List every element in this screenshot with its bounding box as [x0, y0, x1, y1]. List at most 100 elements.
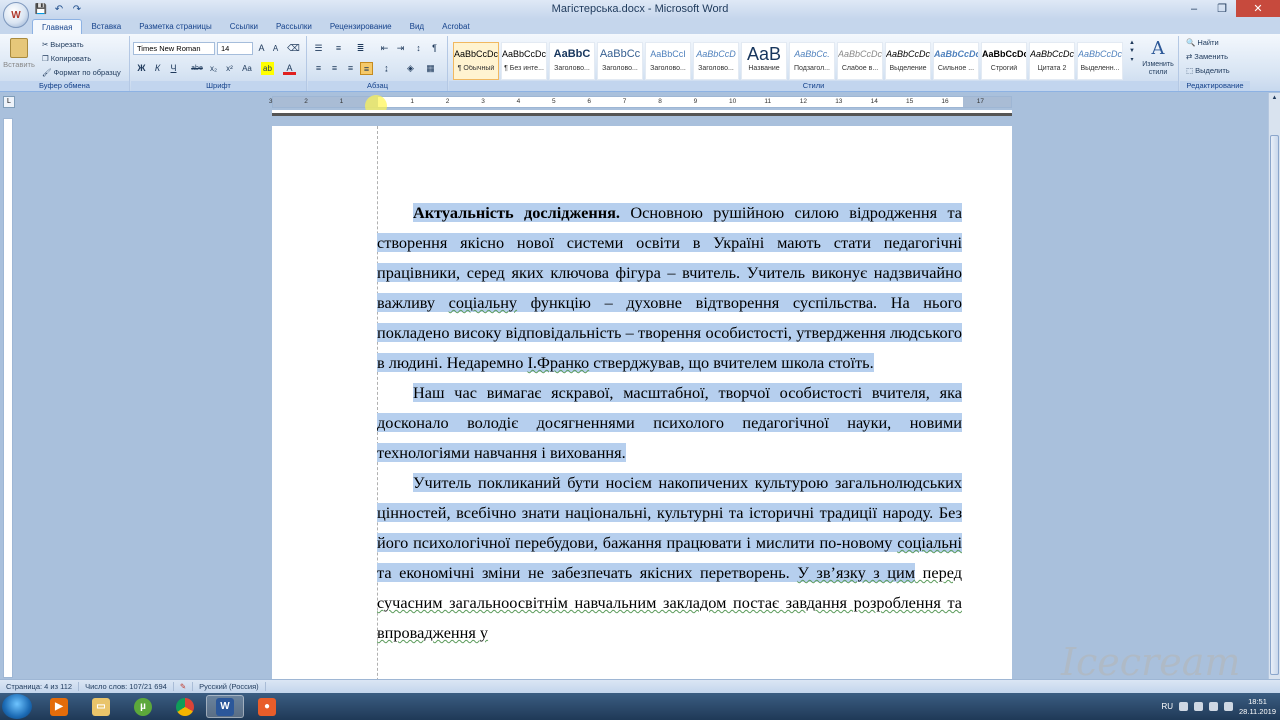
word-count[interactable]: Число слов: 107/21 694 — [79, 682, 174, 691]
justify-icon[interactable]: ≡ — [360, 62, 373, 75]
underline-button[interactable]: Ч — [167, 62, 180, 75]
grow-font-icon[interactable]: A — [255, 42, 268, 55]
ruler-area: L 3 2 1 1 2 3 4 5 6 7 8 9 10 11 12 13 14 15 16 17 — [0, 93, 1268, 110]
tab-review[interactable]: Рецензирование — [321, 19, 401, 34]
bold-button[interactable]: Ж — [135, 62, 148, 75]
style-intense-emphasis[interactable]: AaBbCcDc Сильное ... — [933, 42, 979, 80]
tab-page-layout[interactable]: Разметка страницы — [130, 19, 221, 34]
line-spacing-icon[interactable]: ↨ — [380, 62, 393, 75]
tab-view[interactable]: Вид — [401, 19, 433, 34]
decrease-indent-icon[interactable]: ⇤ — [378, 42, 391, 55]
find-button[interactable]: 🔍 Найти — [1186, 38, 1219, 47]
style-heading-4[interactable]: AaBbCcD Заголово... — [693, 42, 739, 80]
clock[interactable]: 18:51 28.11.2019 — [1239, 697, 1276, 717]
change-case-button[interactable]: Aa — [239, 62, 255, 75]
screen-recorder-app[interactable]: ● — [248, 695, 286, 718]
change-styles-button[interactable]: A Изменить стили — [1139, 38, 1177, 77]
multilevel-list-icon[interactable]: ≣ — [354, 42, 367, 55]
word-app[interactable]: W — [206, 695, 244, 718]
scroll-up-icon[interactable]: ▲ — [1269, 93, 1280, 104]
close-button[interactable]: ✕ — [1236, 0, 1280, 17]
scroll-thumb[interactable] — [1270, 135, 1279, 675]
copy-button[interactable]: ❐ Копировать — [42, 54, 91, 63]
font-name-select[interactable]: Times New Roman — [133, 42, 215, 55]
italic-button[interactable]: К — [151, 62, 164, 75]
tab-acrobat[interactable]: Acrobat — [433, 19, 479, 34]
align-right-icon[interactable]: ≡ — [344, 62, 357, 75]
volume-icon[interactable] — [1194, 702, 1204, 711]
style-name: Название — [748, 65, 780, 72]
paste-button[interactable]: Вставить — [3, 38, 35, 69]
borders-icon[interactable]: ▦ — [424, 62, 437, 75]
tab-references[interactable]: Ссылки — [221, 19, 267, 34]
redo-icon[interactable]: ↷ — [70, 2, 84, 16]
minimize-button[interactable]: ‒ — [1180, 0, 1208, 17]
chrome-app[interactable] — [166, 695, 204, 718]
network-icon[interactable] — [1179, 702, 1189, 711]
paragraph-3[interactable]: Учитель покликаний бути носієм накопичен… — [377, 468, 962, 648]
folder-icon: ▭ — [92, 697, 110, 716]
replace-button[interactable]: ⇄ Заменить — [1186, 52, 1228, 61]
tab-home[interactable]: Главная — [32, 19, 83, 34]
style-heading-2[interactable]: AaBbCc Заголово... — [597, 42, 643, 80]
utorrent-app[interactable]: µ — [124, 695, 162, 718]
maximize-button[interactable]: ❐ — [1208, 0, 1236, 17]
select-button[interactable]: ⬚ Выделить — [1186, 66, 1230, 75]
style-heading-3[interactable]: AaBbCcI Заголово... — [645, 42, 691, 80]
style-sample: AaBbCcDc — [1078, 49, 1122, 59]
styles-scroll[interactable]: ▲ ▼ ▾ — [1127, 40, 1137, 78]
strikethrough-button[interactable]: abe — [189, 62, 205, 75]
file-explorer-app[interactable]: ▭ — [82, 695, 120, 718]
increase-indent-icon[interactable]: ⇥ — [394, 42, 407, 55]
tab-selector-button[interactable]: L — [3, 96, 15, 108]
style-strong[interactable]: AaBbCcDc Строгий — [981, 42, 1027, 80]
start-button[interactable] — [2, 694, 32, 719]
sort-icon[interactable]: ↕ — [412, 42, 425, 55]
styles-group: AaBbCcDc ¶ Обычный AaBbCcDc ¶ Без инте... … — [449, 36, 1179, 91]
save-icon[interactable]: 💾 — [34, 2, 48, 16]
style-intense-quote[interactable]: AaBbCcDc Выделенн... — [1077, 42, 1123, 80]
font-size-select[interactable]: 14 — [217, 42, 253, 55]
power-icon[interactable] — [1209, 702, 1219, 711]
subscript-button[interactable]: x₂ — [207, 62, 220, 75]
style-emphasis[interactable]: AaBbCcDc Выделение — [885, 42, 931, 80]
style-quote-2[interactable]: AaBbCcDc Цитата 2 — [1029, 42, 1075, 80]
style-sample: AaBbCcDc — [886, 49, 930, 59]
highlight-icon[interactable]: ab — [261, 62, 274, 75]
show-marks-icon[interactable]: ¶ — [428, 42, 441, 55]
style-subtitle[interactable]: AaBbCc. Подзагол... — [789, 42, 835, 80]
superscript-button[interactable]: x² — [223, 62, 236, 75]
document-page[interactable]: Актуальність дослідження. Основною рушій… — [272, 126, 1012, 679]
bullets-icon[interactable]: ☰ — [312, 42, 325, 55]
page-count[interactable]: Страница: 4 из 112 — [0, 682, 80, 691]
office-button[interactable]: W — [3, 2, 29, 28]
style-no-spacing[interactable]: AaBbCcDc ¶ Без инте... — [501, 42, 547, 80]
style-heading-1[interactable]: AaBbC Заголово... — [549, 42, 595, 80]
paragraph-1[interactable]: Актуальність дослідження. Основною рушій… — [377, 198, 962, 378]
font-color-icon[interactable]: A — [283, 62, 296, 75]
style-normal[interactable]: AaBbCcDc ¶ Обычный — [453, 42, 499, 80]
style-subtle-emphasis[interactable]: AaBbCcDc Слабое в... — [837, 42, 883, 80]
proofing-icon[interactable]: ✎ — [174, 682, 194, 691]
media-player-app[interactable]: ▶ — [40, 695, 78, 718]
document-body[interactable]: Актуальність дослідження. Основною рушій… — [377, 198, 962, 648]
vertical-ruler[interactable] — [3, 118, 13, 678]
numbering-icon[interactable]: ≡ — [332, 42, 345, 55]
vertical-scrollbar[interactable]: ▲ — [1268, 93, 1280, 679]
flag-icon[interactable] — [1224, 702, 1234, 711]
paragraph-2[interactable]: Наш час вимагає яскравої, масштабної, тв… — [377, 378, 962, 468]
undo-icon[interactable]: ↶ — [52, 2, 66, 16]
align-left-icon[interactable]: ≡ — [312, 62, 325, 75]
language-tray[interactable]: RU — [1161, 702, 1173, 711]
cut-button[interactable]: ✂ Вырезать — [42, 40, 84, 49]
ruler-number: 14 — [870, 98, 878, 105]
align-center-icon[interactable]: ≡ — [328, 62, 341, 75]
tab-insert[interactable]: Вставка — [82, 19, 130, 34]
language-indicator[interactable]: Русский (Россия) — [193, 682, 266, 691]
tab-mailings[interactable]: Рассылки — [267, 19, 321, 34]
shrink-font-icon[interactable]: A — [269, 42, 282, 55]
clear-format-icon[interactable]: ⌫ — [287, 42, 300, 55]
style-title[interactable]: AaB Название — [741, 42, 787, 80]
shading-icon[interactable]: ◈ — [404, 62, 417, 75]
format-painter-button[interactable]: 🖌 Формат по образцу — [42, 68, 121, 77]
